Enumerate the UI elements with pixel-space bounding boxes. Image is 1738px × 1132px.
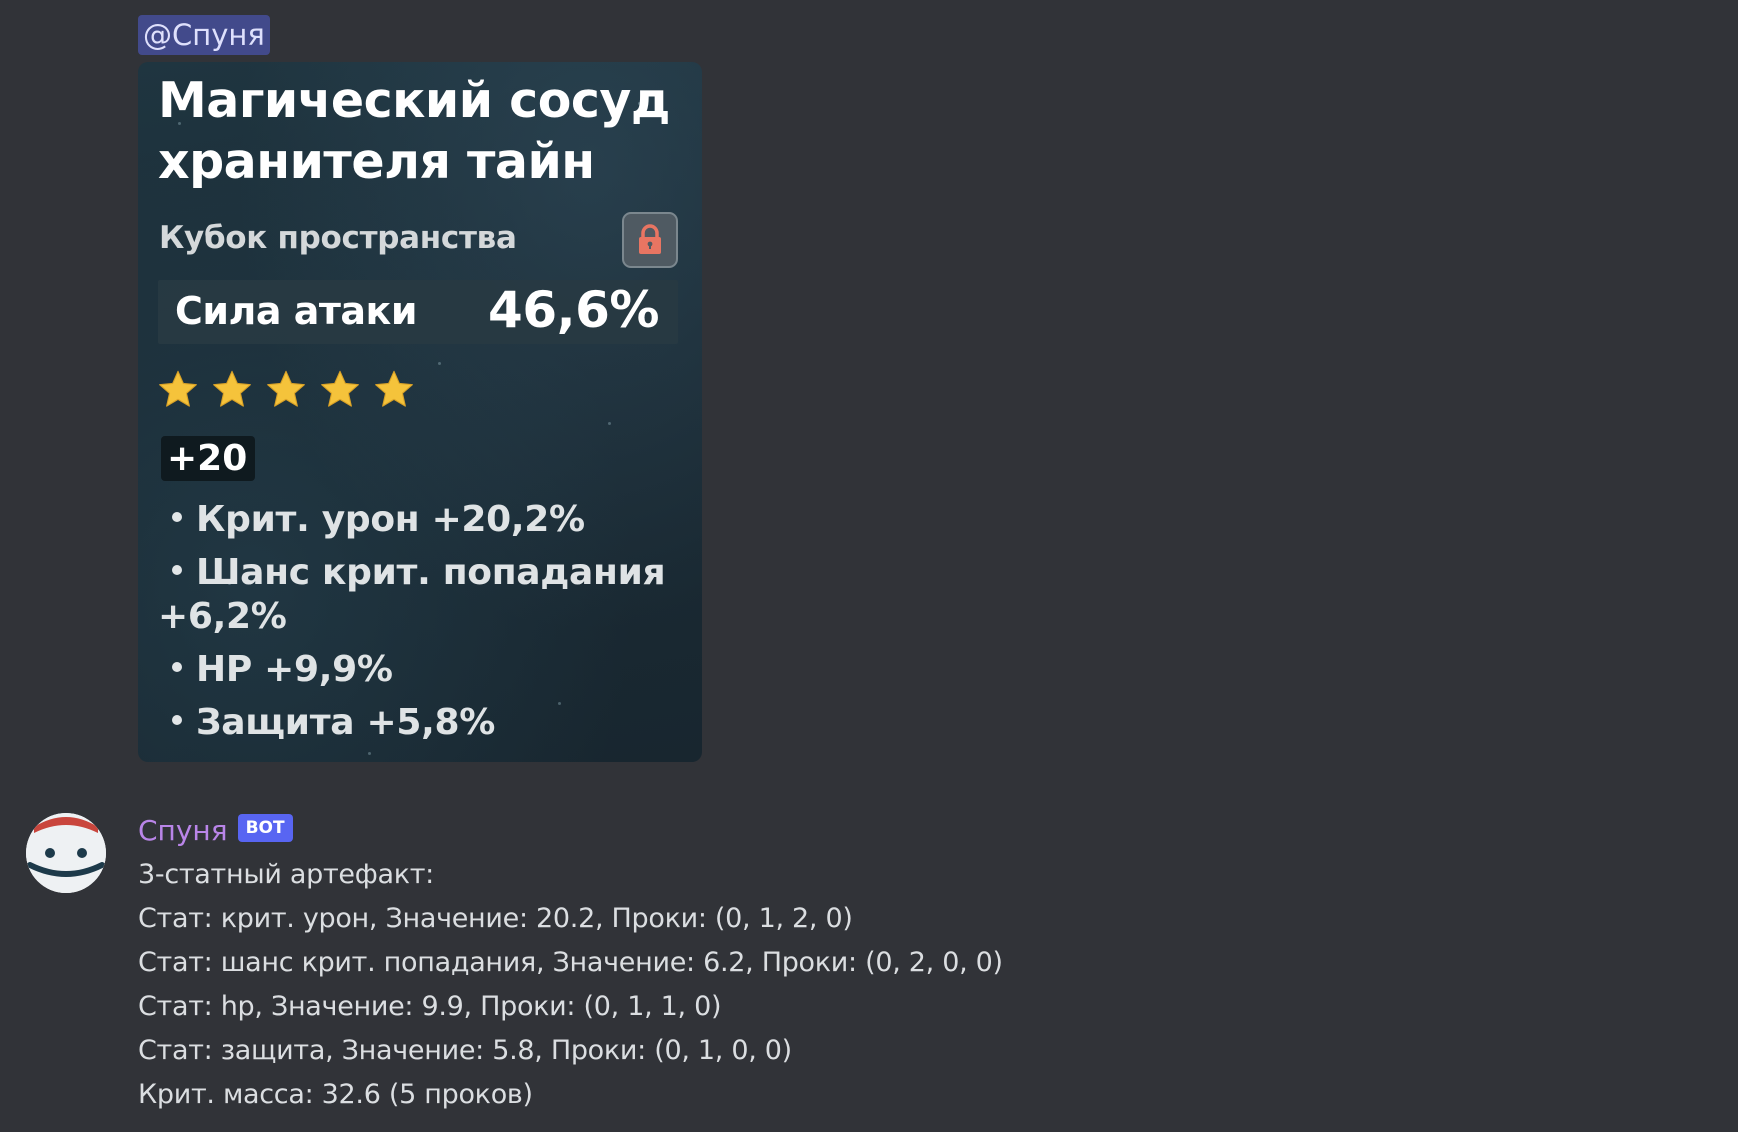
message-line: 3-статный артефакт: [138,859,434,890]
user-mention[interactable]: @Спуня [138,15,270,55]
message-line: Крит. масса: 32.6 (5 проков) [138,1079,533,1110]
substats-list: Крит. урон +20,2% Шанс крит. попадания +… [158,498,688,754]
main-stat-name: Сила атаки [175,289,417,333]
star-icon [213,370,251,407]
main-stat-value: 46,6% [488,281,659,339]
substat-text: Шанс крит. попадания +6,2% [158,552,666,637]
artifact-card-image[interactable]: Магический сосуд хранителя тайн Кубок пр… [138,62,702,762]
substat-text: Крит. урон +20,2% [196,499,585,540]
bullet-icon [172,662,182,672]
bullet-icon [172,715,182,725]
message-line: Стат: крит. урон, Значение: 20.2, Проки:… [138,903,853,934]
star-icon [267,370,305,407]
artifact-type: Кубок пространства [159,220,517,256]
rarity-stars [156,368,416,412]
bot-badge: BOT [237,814,293,842]
bullet-icon [172,512,182,522]
avatar-face-icon [26,813,106,893]
background-speck [438,362,441,365]
main-stat: Сила атаки 46,6% [158,280,678,344]
star-icon [159,370,197,407]
message-header: Спуня BOT [138,810,293,850]
substat-item: Защита +5,8% [158,701,688,745]
bullet-icon [172,565,182,575]
bot-avatar[interactable] [26,813,106,893]
substat-item: HP +9,9% [158,648,688,692]
star-icon [375,370,413,407]
substat-text: HP +9,9% [196,649,393,690]
substat-text: Защита +5,8% [196,702,495,743]
lock-icon [639,224,661,254]
message-line: Стат: защита, Значение: 5.8, Проки: (0, … [138,1035,792,1066]
artifact-title: Магический сосуд хранителя тайн [158,72,670,190]
substat-item: Крит. урон +20,2% [158,498,688,542]
message-content: 3-статный артефакт: Стат: крит. урон, Зн… [138,853,1003,1117]
star-icon [321,370,359,407]
message-line: Стат: шанс крит. попадания, Значение: 6.… [138,947,1003,978]
lock-button[interactable] [622,212,678,268]
artifact-level: +20 [161,436,256,481]
substat-item: Шанс крит. попадания +6,2% [158,551,688,639]
background-speck [608,422,611,425]
message-line: Стат: hp, Значение: 9.9, Проки: (0, 1, 1… [138,991,722,1022]
author-name[interactable]: Спуня [138,814,228,847]
